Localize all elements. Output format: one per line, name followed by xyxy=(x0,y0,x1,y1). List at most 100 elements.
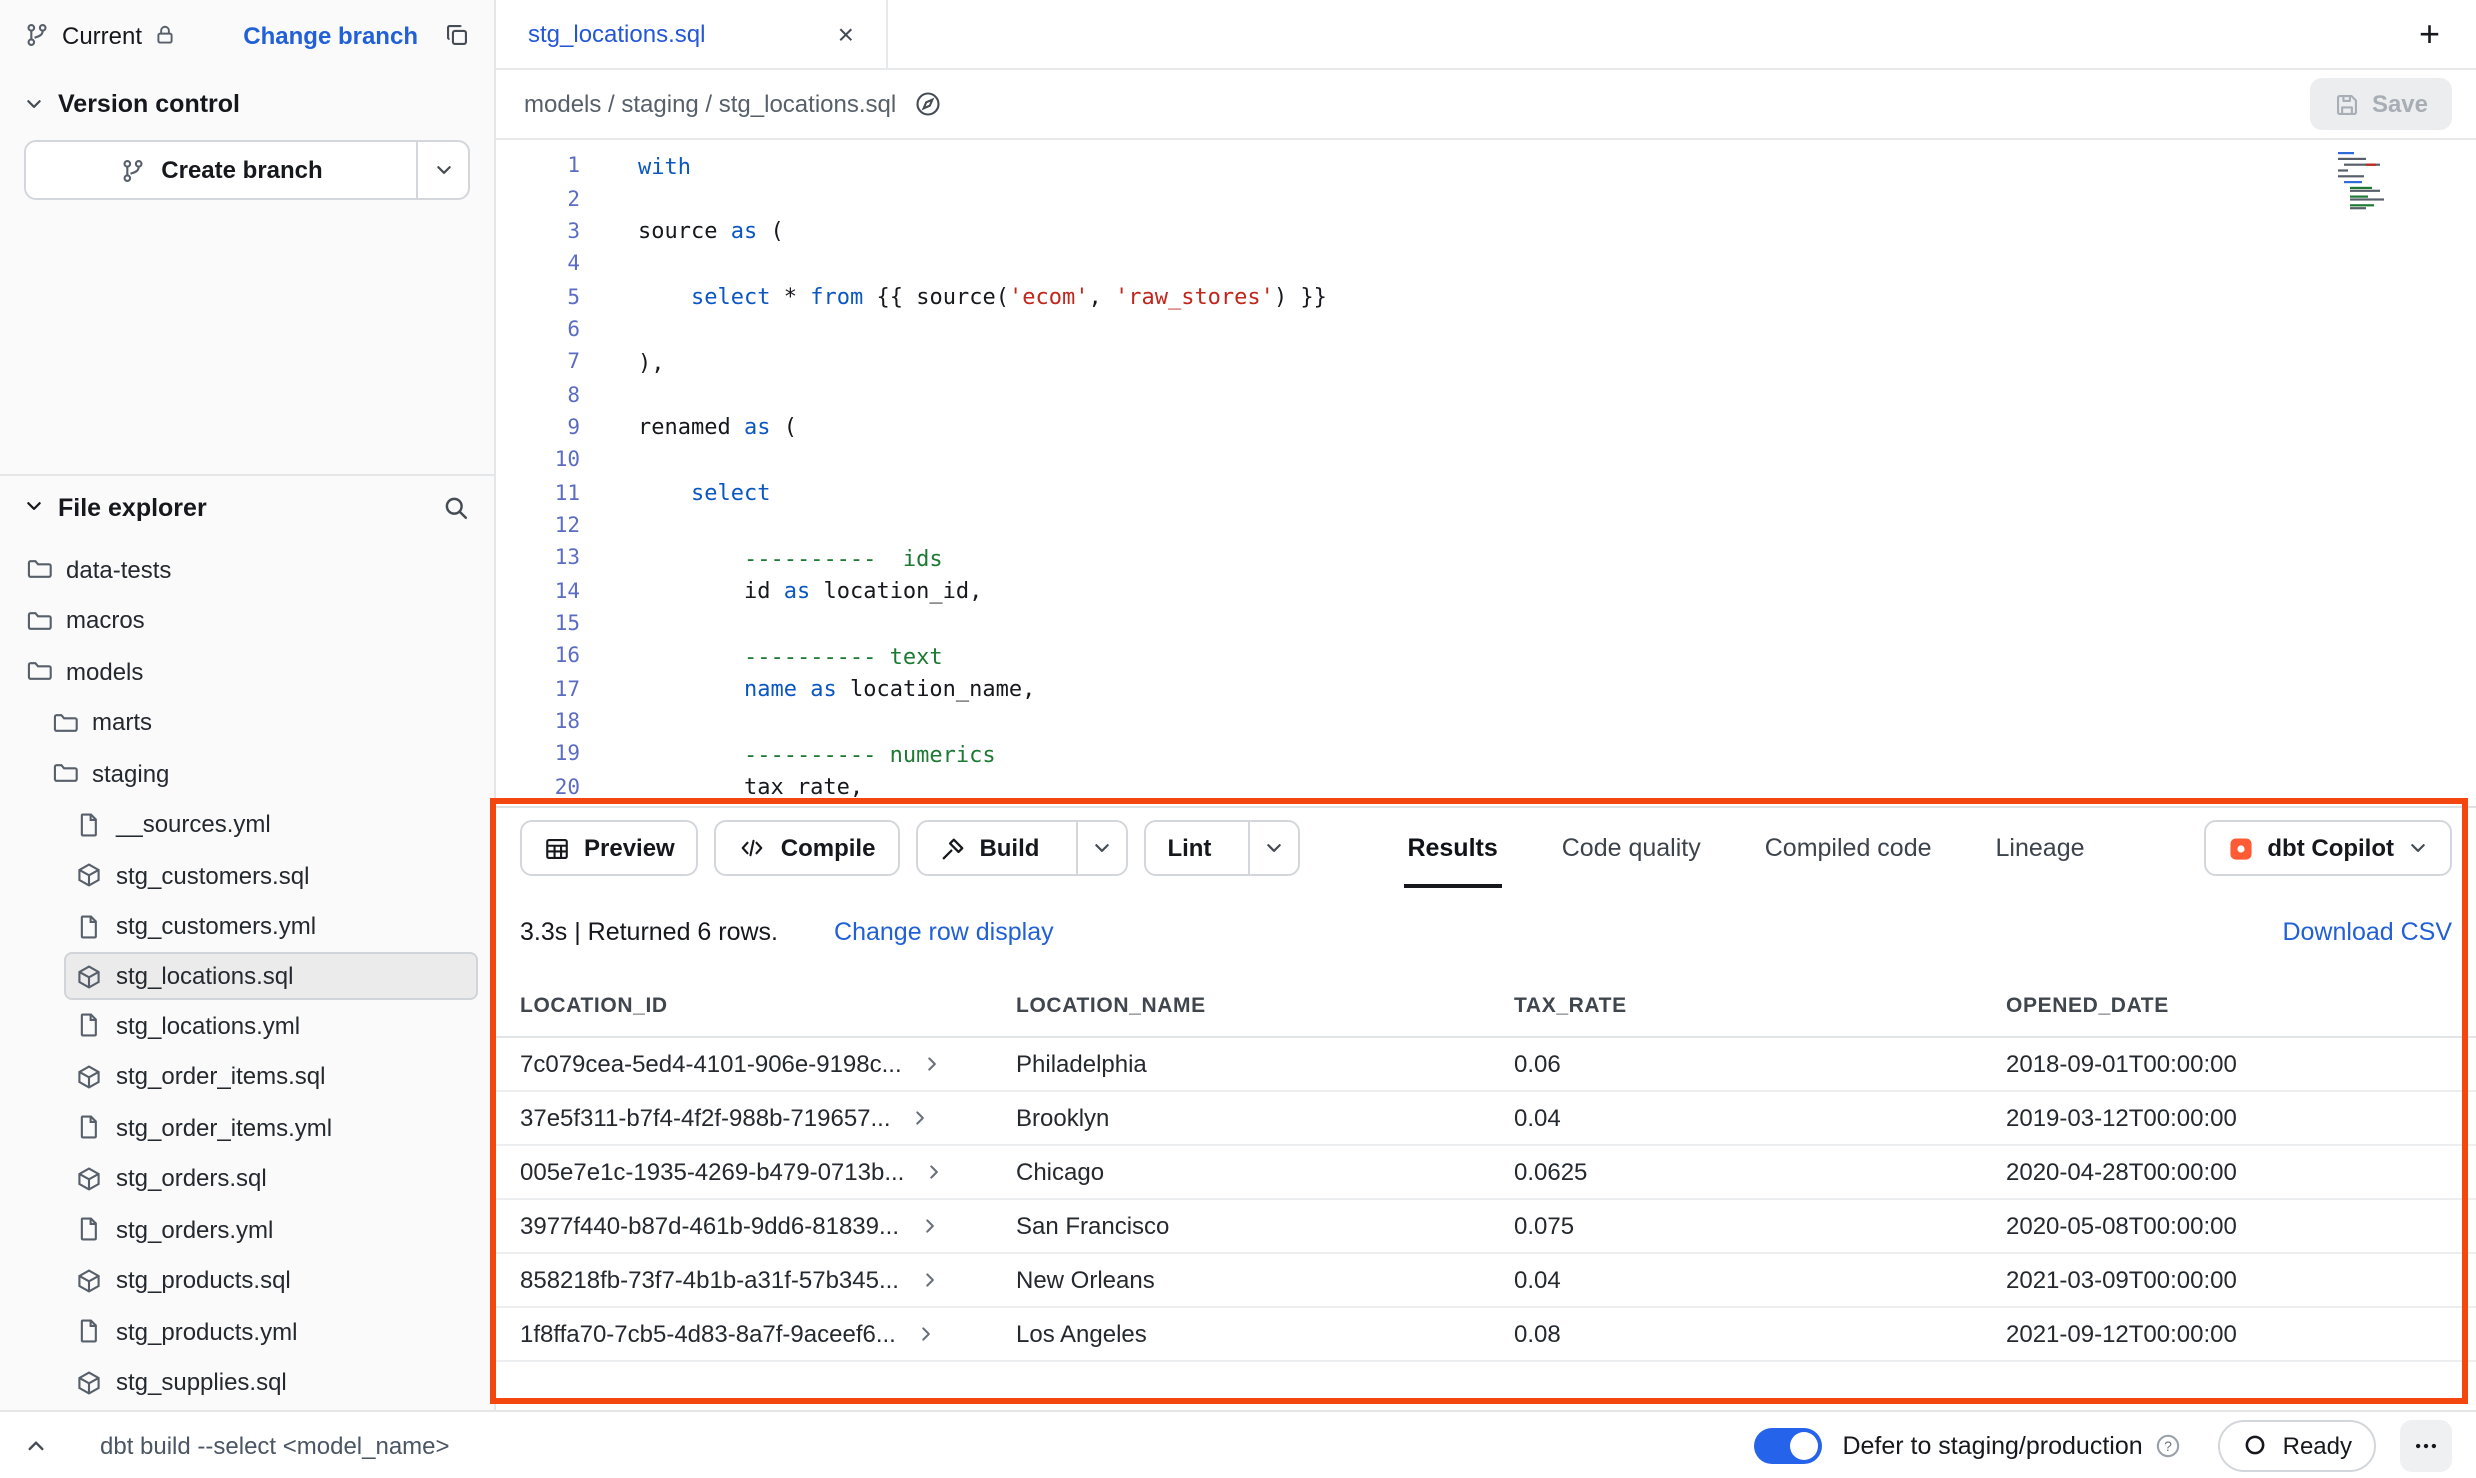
expand-cell-icon[interactable] xyxy=(916,1323,936,1343)
cell[interactable]: 2021-09-12T00:00:00 xyxy=(1982,1306,2476,1360)
tree-item-stg_order_items.sql[interactable]: stg_order_items.sql xyxy=(0,1051,478,1102)
cell[interactable]: 2018-09-01T00:00:00 xyxy=(1982,1036,2476,1090)
cell[interactable]: 2021-03-09T00:00:00 xyxy=(1982,1252,2476,1306)
tree-item-stg_orders.yml[interactable]: stg_orders.yml xyxy=(0,1204,478,1255)
tree-item-staging[interactable]: staging xyxy=(0,748,478,799)
tree-item-stg_locations.sql[interactable]: stg_locations.sql xyxy=(64,952,478,1000)
code-editor[interactable]: 1with23source as (45 select * from {{ so… xyxy=(496,140,2476,806)
cell[interactable]: Chicago xyxy=(992,1144,1490,1198)
tree-item-stg_customers.yml[interactable]: stg_customers.yml xyxy=(0,901,478,952)
download-csv-link[interactable]: Download CSV xyxy=(2282,918,2452,946)
code-line-12[interactable]: 12 xyxy=(496,510,2476,543)
panel-tab-results[interactable]: Results xyxy=(1375,808,1529,888)
file-explorer-header[interactable]: File explorer xyxy=(0,476,494,540)
tree-item-stg_products.yml[interactable]: stg_products.yml xyxy=(0,1306,478,1357)
compile-button[interactable]: Compile xyxy=(715,820,900,876)
cell[interactable]: 2020-04-28T00:00:00 xyxy=(1982,1144,2476,1198)
close-tab-icon[interactable]: × xyxy=(838,20,854,48)
code-line-19[interactable]: 19 ---------- numerics xyxy=(496,738,2476,771)
cell-location-id[interactable]: 858218fb-73f7-4b1b-a31f-57b345... xyxy=(496,1252,992,1306)
code-line-2[interactable]: 2 xyxy=(496,183,2476,216)
cell[interactable]: 0.04 xyxy=(1490,1090,1982,1144)
cell[interactable]: Philadelphia xyxy=(992,1036,1490,1090)
code-line-15[interactable]: 15 xyxy=(496,608,2476,641)
cell[interactable]: 0.06 xyxy=(1490,1036,1982,1090)
save-button[interactable]: Save xyxy=(2310,78,2452,130)
search-icon[interactable] xyxy=(442,494,470,522)
code-line-17[interactable]: 17 name as location_name, xyxy=(496,673,2476,706)
help-icon[interactable]: ? xyxy=(2155,1431,2183,1459)
expand-cell-icon[interactable] xyxy=(911,1107,931,1127)
tab-stg-locations-sql[interactable]: stg_locations.sql × xyxy=(496,0,888,68)
create-branch-options-button[interactable] xyxy=(416,142,468,198)
cell[interactable]: San Francisco xyxy=(992,1198,1490,1252)
code-line-4[interactable]: 4 xyxy=(496,248,2476,281)
code-line-11[interactable]: 11 select xyxy=(496,477,2476,510)
code-line-1[interactable]: 1with xyxy=(496,150,2476,183)
cell[interactable]: 2020-05-08T00:00:00 xyxy=(1982,1198,2476,1252)
tree-item-models[interactable]: models xyxy=(0,646,478,697)
cell[interactable]: 0.075 xyxy=(1490,1198,1982,1252)
cell-location-id[interactable]: 7c079cea-5ed4-4101-906e-9198c... xyxy=(496,1036,992,1090)
create-branch-button[interactable]: Create branch xyxy=(26,142,416,198)
version-control-header[interactable]: Version control xyxy=(0,70,494,126)
tree-item-stg_locations.yml[interactable]: stg_locations.yml xyxy=(0,1000,478,1051)
tree-item-__sources.yml[interactable]: __sources.yml xyxy=(0,799,478,850)
code-line-10[interactable]: 10 xyxy=(496,444,2476,477)
code-line-18[interactable]: 18 xyxy=(496,706,2476,739)
dbt-copilot-button[interactable]: dbt Copilot xyxy=(2203,820,2452,876)
change-row-display-link[interactable]: Change row display xyxy=(834,918,1054,946)
lint-options-button[interactable] xyxy=(1247,822,1297,874)
code-line-5[interactable]: 5 select * from {{ source('ecom', 'raw_s… xyxy=(496,281,2476,314)
panel-tab-compiled-code[interactable]: Compiled code xyxy=(1733,808,1964,888)
breadcrumb-compass-icon[interactable] xyxy=(914,90,942,118)
cell[interactable]: 2019-03-12T00:00:00 xyxy=(1982,1090,2476,1144)
code-line-20[interactable]: 20 tax_rate, xyxy=(496,771,2476,804)
expand-cell-icon[interactable] xyxy=(919,1269,939,1289)
cell[interactable]: Brooklyn xyxy=(992,1090,1490,1144)
table-row[interactable]: 005e7e1c-1935-4269-b479-0713b...Chicago0… xyxy=(496,1144,2476,1198)
tree-item-marts[interactable]: marts xyxy=(0,697,478,748)
cell[interactable]: 0.04 xyxy=(1490,1252,1982,1306)
more-options-button[interactable] xyxy=(2400,1419,2452,1471)
code-line-13[interactable]: 13 ---------- ids xyxy=(496,542,2476,575)
minimap[interactable] xyxy=(2336,150,2404,210)
cell[interactable]: 0.0625 xyxy=(1490,1144,1982,1198)
cell-location-id[interactable]: 005e7e1c-1935-4269-b479-0713b... xyxy=(496,1144,992,1198)
table-row[interactable]: 37e5f311-b7f4-4f2f-988b-719657...Brookly… xyxy=(496,1090,2476,1144)
code-line-6[interactable]: 6 xyxy=(496,313,2476,346)
tree-item-stg_orders.sql[interactable]: stg_orders.sql xyxy=(0,1153,478,1204)
panel-tab-lineage[interactable]: Lineage xyxy=(1964,808,2117,888)
expand-cell-icon[interactable] xyxy=(922,1053,942,1073)
panel-tab-code-quality[interactable]: Code quality xyxy=(1530,808,1733,888)
cell-location-id[interactable]: 37e5f311-b7f4-4f2f-988b-719657... xyxy=(496,1090,992,1144)
cell[interactable]: New Orleans xyxy=(992,1252,1490,1306)
code-line-14[interactable]: 14 id as location_id, xyxy=(496,575,2476,608)
tree-item-data-tests[interactable]: data-tests xyxy=(0,544,478,595)
table-row[interactable]: 1f8ffa70-7cb5-4d83-8a7f-9aceef6...Los An… xyxy=(496,1306,2476,1360)
tree-item-stg_products.sql[interactable]: stg_products.sql xyxy=(0,1255,478,1306)
code-line-16[interactable]: 16 ---------- text xyxy=(496,640,2476,673)
code-line-8[interactable]: 8 xyxy=(496,379,2476,412)
code-line-3[interactable]: 3source as ( xyxy=(496,215,2476,248)
table-row[interactable]: 7c079cea-5ed4-4101-906e-9198c...Philadel… xyxy=(496,1036,2476,1090)
preview-button[interactable]: Preview xyxy=(520,820,699,876)
expand-cell-icon[interactable] xyxy=(924,1161,944,1181)
code-line-7[interactable]: 7), xyxy=(496,346,2476,379)
table-row[interactable]: 858218fb-73f7-4b1b-a31f-57b345...New Orl… xyxy=(496,1252,2476,1306)
build-options-button[interactable] xyxy=(1075,822,1125,874)
expand-cell-icon[interactable] xyxy=(919,1215,939,1235)
chevron-up-icon[interactable] xyxy=(24,1433,48,1457)
table-row[interactable]: 3977f440-b87d-461b-9dd6-81839...San Fran… xyxy=(496,1198,2476,1252)
lint-button[interactable]: Lint xyxy=(1145,822,1233,874)
tree-item-stg_supplies.sql[interactable]: stg_supplies.sql xyxy=(0,1357,478,1408)
ready-status-button[interactable]: Ready xyxy=(2219,1419,2376,1471)
tree-item-stg_customers.sql[interactable]: stg_customers.sql xyxy=(0,850,478,901)
build-button[interactable]: Build xyxy=(917,822,1061,874)
cell-location-id[interactable]: 3977f440-b87d-461b-9dd6-81839... xyxy=(496,1198,992,1252)
defer-toggle[interactable] xyxy=(1754,1427,1822,1463)
new-tab-button[interactable]: + xyxy=(2419,16,2476,52)
tree-item-macros[interactable]: macros xyxy=(0,595,478,646)
current-branch-label[interactable]: Current xyxy=(62,21,142,49)
copy-icon[interactable] xyxy=(444,22,470,48)
